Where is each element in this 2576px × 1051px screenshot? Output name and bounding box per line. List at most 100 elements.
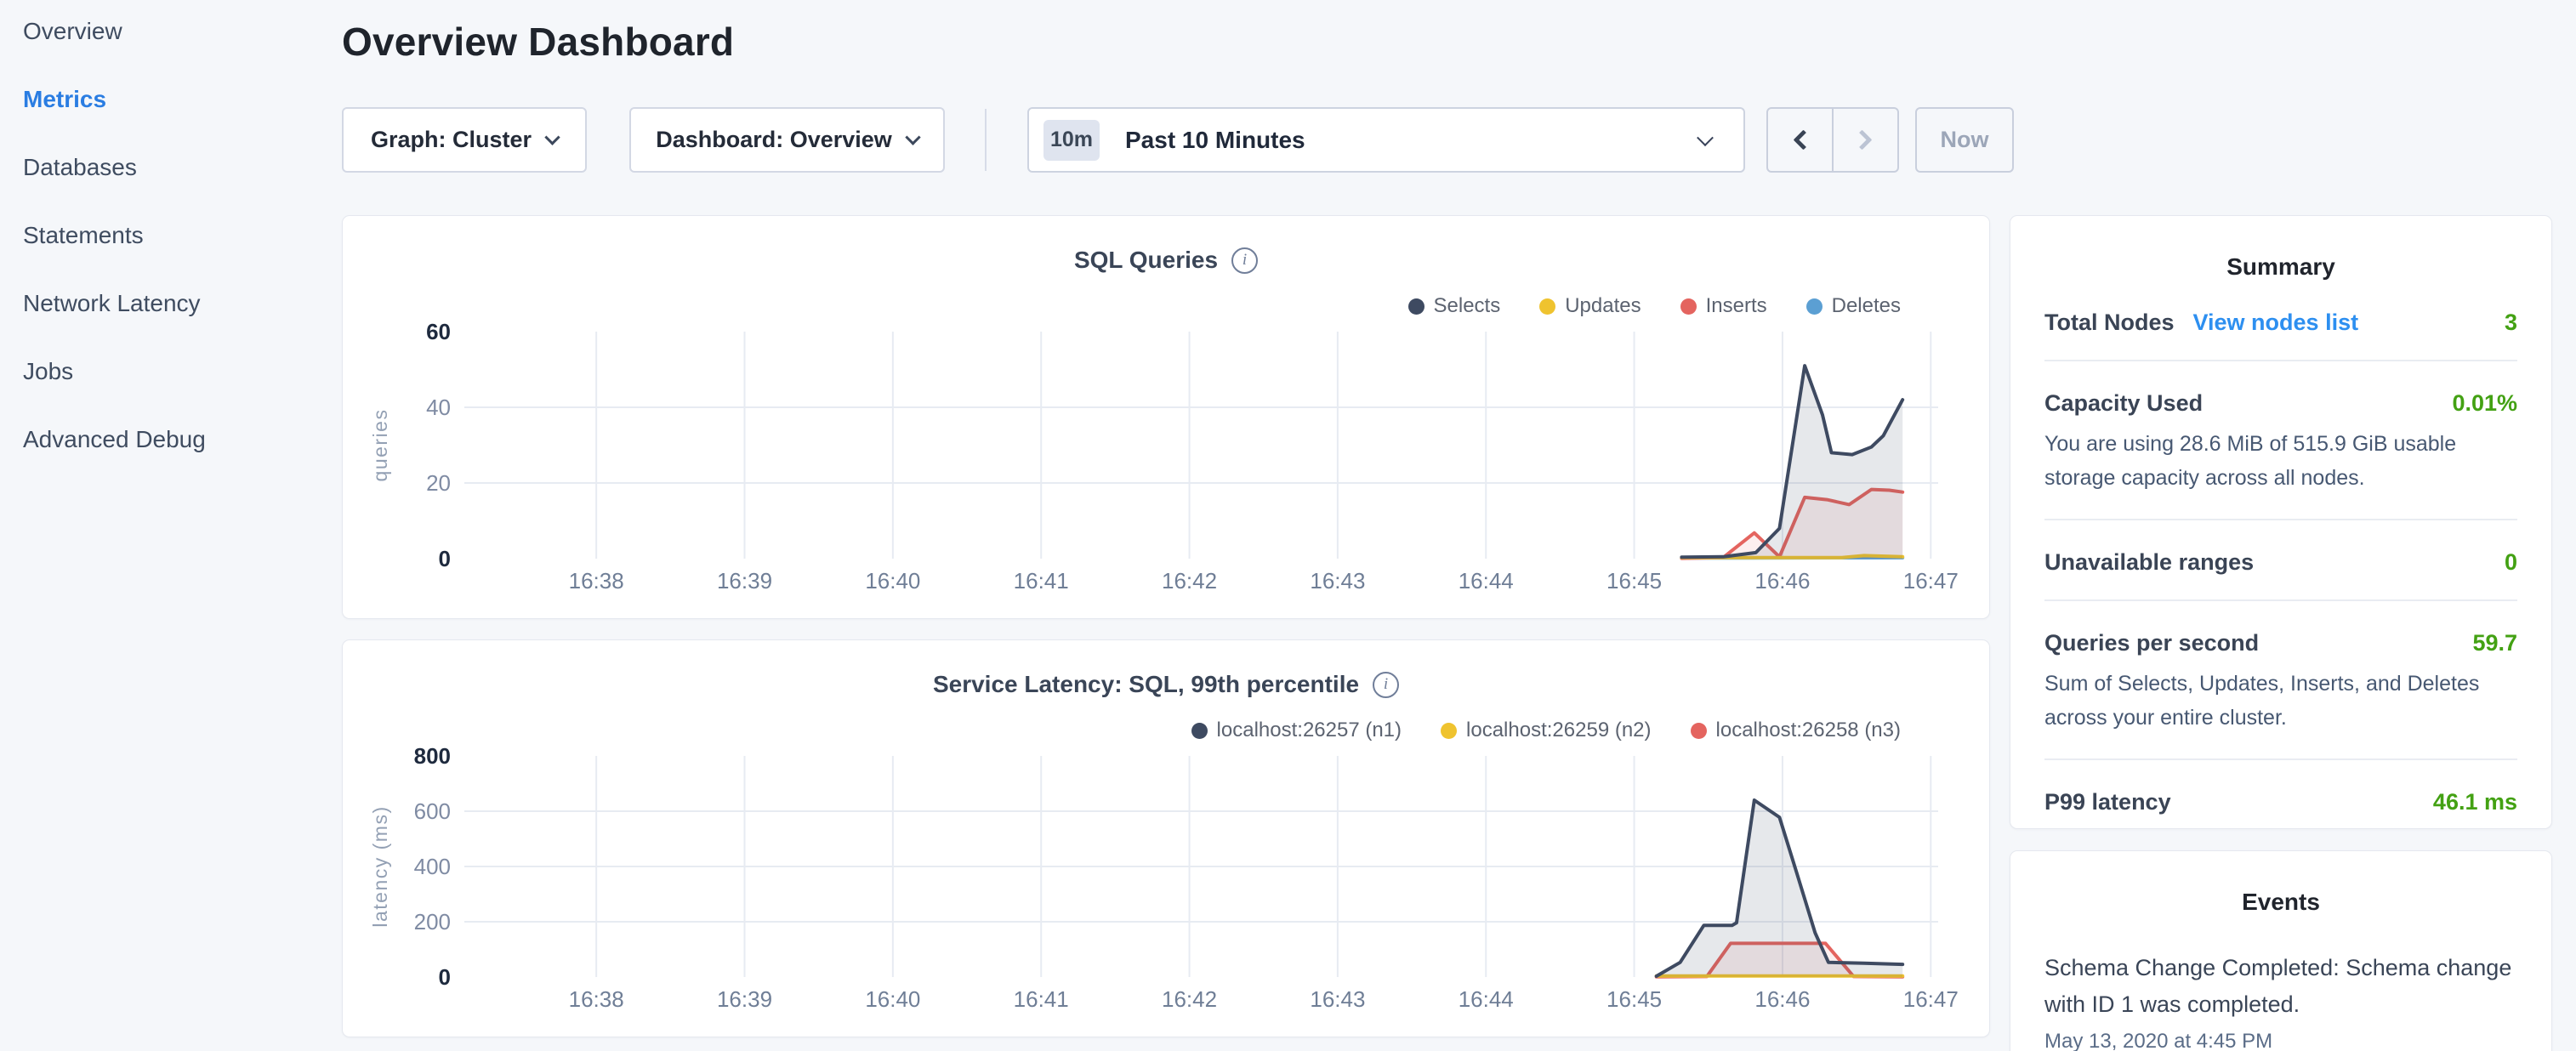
legend-dot [1408,298,1424,315]
sidebar-item-network-latency[interactable]: Network Latency [23,289,201,318]
sidebar-item-databases[interactable]: Databases [23,153,137,182]
legend-item[interactable]: Inserts [1680,294,1767,318]
legend-item[interactable]: localhost:26259 (n2) [1441,719,1651,742]
svg-text:16:40: 16:40 [865,568,920,594]
now-button[interactable]: Now [1915,107,2014,173]
summary-row-value: 46.1 ms [2433,789,2517,815]
summary-row-capacity-used: Capacity Used 0.01% You are using 28.6 M… [2044,361,2517,520]
sidebar-item-advanced-debug[interactable]: Advanced Debug [23,425,206,454]
sidebar-item-metrics[interactable]: Metrics [23,85,106,114]
chevron-down-icon [544,129,560,145]
chevron-left-icon [1793,129,1813,150]
svg-text:16:46: 16:46 [1754,568,1810,594]
chart-legend: Selects Updates Inserts Deletes [1408,294,1902,318]
sidebar: Overview Metrics Databases Statements Ne… [0,0,340,1051]
sql-queries-card: SQL Queries i SelectsUpdatesInsertsDelet… [342,215,1990,619]
service-latency-card: Service Latency: SQL, 99th percentile i … [342,639,1990,1037]
svg-text:queries: queries [369,409,391,482]
svg-text:20: 20 [426,470,451,496]
svg-text:0: 0 [439,546,451,571]
svg-text:16:43: 16:43 [1310,568,1365,594]
sidebar-item-overview[interactable]: Overview [23,17,122,46]
event-item-text[interactable]: Schema Change Completed: Schema change w… [2044,950,2517,1023]
summary-row-label: Total Nodes [2044,310,2175,336]
svg-text:16:45: 16:45 [1606,986,1662,1012]
service-latency-chart[interactable]: 16:3816:3916:4016:4116:4216:4316:4416:45… [343,640,1989,1037]
view-nodes-list-link[interactable]: View nodes list [2193,310,2359,336]
legend-item[interactable]: localhost:26258 (n3) [1691,719,1901,742]
info-icon[interactable]: i [1231,247,1258,274]
time-range-label: Past 10 Minutes [1125,127,1305,154]
sidebar-item-statements[interactable]: Statements [23,221,144,250]
chevron-down-icon [1697,129,1714,146]
event-item-timestamp: May 13, 2020 at 4:45 PM [2044,1030,2517,1051]
summary-row-label: Queries per second [2044,630,2259,656]
svg-text:16:41: 16:41 [1014,568,1069,594]
svg-text:16:39: 16:39 [717,986,772,1012]
svg-text:40: 40 [426,395,451,420]
summary-row-p99-latency: P99 latency 46.1 ms [2044,760,2517,839]
svg-text:16:45: 16:45 [1606,568,1662,594]
svg-text:600: 600 [414,798,451,824]
summary-row-label: P99 latency [2044,789,2171,815]
time-range-badge: 10m [1043,120,1100,161]
summary-row-value: 59.7 [2472,630,2517,656]
info-icon[interactable]: i [1373,672,1399,698]
legend-dot [1806,298,1823,315]
summary-row-description: You are using 28.6 MiB of 515.9 GiB usab… [2044,427,2517,495]
events-panel-title: Events [2044,889,2517,916]
svg-text:16:43: 16:43 [1310,986,1365,1012]
summary-row-queries-per-second: Queries per second 59.7 Sum of Selects, … [2044,601,2517,760]
toolbar-divider [985,109,987,171]
chart-svg: 16:3816:3916:4016:4116:4216:4316:4416:45… [343,216,1989,618]
chevron-right-icon [1851,129,1872,150]
sidebar-item-jobs[interactable]: Jobs [23,357,73,386]
summary-row-value: 0 [2505,549,2517,576]
svg-text:400: 400 [414,854,451,879]
legend-item[interactable]: localhost:26257 (n1) [1191,719,1402,742]
svg-text:16:47: 16:47 [1903,568,1959,594]
svg-text:16:47: 16:47 [1903,986,1959,1012]
time-step-buttons [1766,107,1899,173]
time-step-forward-button[interactable] [1832,109,1897,171]
legend-dot [1441,723,1457,739]
summary-row-value: 3 [2505,310,2517,336]
page-title: Overview Dashboard [342,19,734,65]
graph-scope-dropdown[interactable]: Graph: Cluster [342,107,587,173]
svg-text:16:44: 16:44 [1459,986,1514,1012]
sql-queries-chart[interactable]: 16:3816:3916:4016:4116:4216:4316:4416:45… [343,216,1989,618]
summary-row-description: Sum of Selects, Updates, Inserts, and De… [2044,667,2517,735]
time-range-dropdown[interactable]: 10m Past 10 Minutes [1027,107,1745,173]
graph-scope-dropdown-label: Graph: Cluster [371,127,532,153]
dashboard-dropdown[interactable]: Dashboard: Overview [629,107,945,173]
summary-row-total-nodes: Total Nodes View nodes list 3 [2044,281,2517,361]
summary-row-unavailable-ranges: Unavailable ranges 0 [2044,520,2517,601]
legend-item[interactable]: Deletes [1806,294,1901,318]
summary-row-value: 0.01% [2452,390,2517,417]
legend-dot [1680,298,1697,315]
summary-row-label: Unavailable ranges [2044,549,2254,576]
summary-panel-title: Summary [2044,253,2517,281]
chart-legend: localhost:26257 (n1) localhost:26259 (n2)… [1191,719,1901,742]
events-panel: Events Schema Change Completed: Schema c… [2010,850,2552,1051]
svg-text:60: 60 [426,319,451,344]
time-step-back-button[interactable] [1768,109,1832,171]
svg-text:16:39: 16:39 [717,568,772,594]
svg-text:16:40: 16:40 [865,986,920,1012]
svg-text:latency (ms): latency (ms) [369,805,391,927]
svg-text:16:44: 16:44 [1459,568,1514,594]
svg-text:16:38: 16:38 [569,986,624,1012]
dashboard-dropdown-label: Dashboard: Overview [656,127,892,153]
legend-dot [1691,723,1707,739]
chart-svg: 16:3816:3916:4016:4116:4216:4316:4416:45… [343,640,1989,1037]
now-button-label: Now [1941,127,1989,153]
chevron-down-icon [905,129,920,145]
svg-text:16:38: 16:38 [569,568,624,594]
svg-text:800: 800 [414,743,451,769]
legend-item[interactable]: Selects [1408,294,1501,318]
legend-item[interactable]: Updates [1539,294,1641,318]
chart-title: Service Latency: SQL, 99th percentile [933,671,1359,698]
svg-text:16:42: 16:42 [1162,986,1217,1012]
svg-text:0: 0 [439,964,451,990]
svg-text:16:46: 16:46 [1754,986,1810,1012]
